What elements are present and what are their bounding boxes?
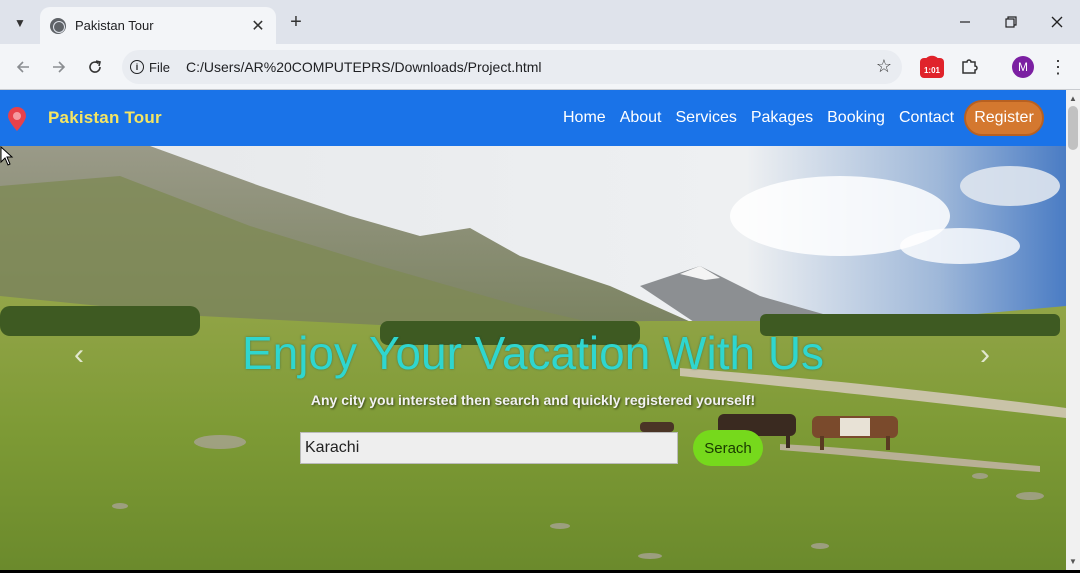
nav-booking[interactable]: Booking [827, 109, 885, 127]
scroll-up-icon[interactable]: ▲ [1069, 94, 1077, 103]
site-info-chip[interactable]: i File [130, 57, 170, 77]
city-search-input[interactable] [300, 432, 678, 464]
page-viewport: Pakistan Tour Home About Services Pakage… [0, 90, 1066, 570]
tab-active[interactable]: Pakistan Tour ✕ [40, 7, 276, 44]
map-pin-icon [8, 107, 26, 131]
tab-strip: ▼ Pakistan Tour ✕ + [0, 0, 1080, 44]
hero-title: Enjoy Your Vacation With Us [241, 327, 825, 379]
nav-pakages[interactable]: Pakages [751, 109, 813, 127]
recorder-time: 1:01 [923, 66, 940, 75]
tab-search-icon[interactable]: ▼ [6, 9, 34, 37]
address-bar[interactable]: i File C:/Users/AR%20COMPUTEPRS/Download… [122, 50, 902, 84]
site-navbar: Pakistan Tour Home About Services Pakage… [0, 90, 1066, 146]
globe-icon [50, 17, 66, 34]
plus-icon[interactable]: + [284, 10, 308, 34]
info-icon: i [130, 60, 144, 74]
mouse-cursor-icon [0, 146, 14, 166]
hero-carousel: ‹ › Enjoy Your Vacation With Us Any city… [0, 146, 1066, 570]
hero-subtitle: Any city you intersted then search and q… [310, 392, 756, 408]
scroll-down-icon[interactable]: ▼ [1069, 557, 1077, 566]
star-icon[interactable]: ☆ [876, 56, 892, 77]
close-icon[interactable]: ✕ [248, 16, 268, 36]
minimize-icon[interactable] [948, 8, 982, 36]
nav-contact[interactable]: Contact [899, 109, 954, 127]
brand-name[interactable]: Pakistan Tour [48, 108, 162, 128]
window-close-icon[interactable] [1040, 8, 1074, 36]
url-text[interactable]: C:/Users/AR%20COMPUTEPRS/Downloads/Proje… [186, 59, 542, 75]
site-info-label: File [149, 59, 170, 75]
forward-icon[interactable] [46, 54, 72, 80]
nav-about[interactable]: About [620, 109, 662, 127]
nav-services[interactable]: Services [676, 109, 737, 127]
puzzle-icon[interactable] [958, 56, 980, 78]
tab-title: Pakistan Tour [75, 18, 154, 33]
recorder-icon[interactable]: 1:01 [920, 54, 944, 80]
page-scrollbar[interactable]: ▲ ▼ [1066, 90, 1080, 570]
back-icon[interactable] [10, 54, 36, 80]
reload-icon[interactable] [82, 54, 108, 80]
register-button[interactable]: Register [964, 100, 1044, 136]
avatar[interactable]: M [1012, 56, 1034, 78]
kebab-menu-icon[interactable]: ⋮ [1048, 54, 1068, 80]
nav-links: Home About Services Pakages Booking Cont… [563, 109, 968, 127]
search-button[interactable]: Serach [693, 430, 763, 466]
nav-home[interactable]: Home [563, 109, 606, 127]
restore-icon[interactable] [994, 8, 1028, 36]
browser-toolbar: i File C:/Users/AR%20COMPUTEPRS/Download… [0, 44, 1080, 90]
scrollbar-thumb[interactable] [1068, 106, 1078, 150]
